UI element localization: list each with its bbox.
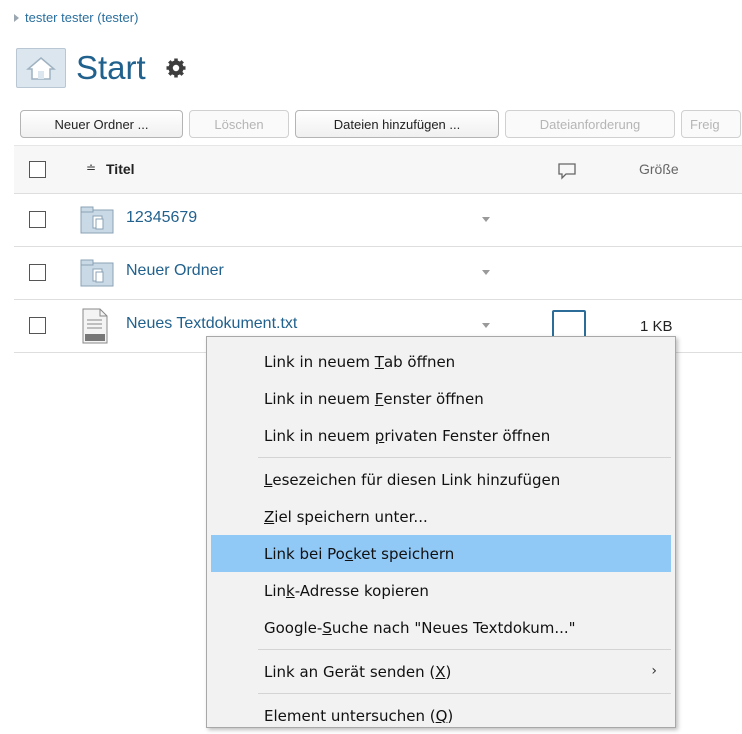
file-name-link[interactable]: 12345679 <box>126 209 197 227</box>
menu-item-bookmark-link[interactable]: Lesezeichen für diesen Link hinzufügen <box>211 461 671 498</box>
context-menu: Link in neuem Tab öffnen Link in neuem F… <box>206 336 676 728</box>
add-files-button[interactable]: Dateien hinzufügen ... <box>295 110 499 138</box>
file-size: 1 KB <box>640 318 673 335</box>
menu-item-copy-link[interactable]: Lin k -Adresse kopieren <box>211 572 671 609</box>
home-icon[interactable] <box>16 48 66 88</box>
toolbar: Neuer Ordner ... Löschen Dateien hinzufü… <box>20 110 741 138</box>
menu-item-save-to-pocket[interactable]: Link bei Po c ket speichern <box>211 535 671 572</box>
file-table: ≐ Titel Größe 12345679 Neuer Ordner Neue… <box>14 145 742 353</box>
select-all-checkbox[interactable] <box>29 161 46 178</box>
comment-column-icon <box>557 162 577 185</box>
menu-item-send-link-to-device[interactable]: Link an Gerät senden (X) › <box>211 653 671 690</box>
sort-ascending-icon[interactable]: ≐ <box>86 161 96 175</box>
menu-item-open-in-private-window[interactable]: Link in neuem p rivaten Fenster öffnen <box>211 417 671 454</box>
menu-item-open-in-new-tab[interactable]: Link in neuem Tab öffnen <box>211 343 671 380</box>
menu-separator <box>258 649 671 650</box>
menu-item-save-link-as[interactable]: Ziel speichern unter... <box>211 498 671 535</box>
breadcrumb: tester tester (tester) <box>14 10 138 25</box>
text-file-icon <box>82 308 108 349</box>
file-request-button[interactable]: Dateianforderung <box>505 110 675 138</box>
table-header: ≐ Titel Größe <box>14 145 742 194</box>
menu-separator <box>258 693 671 694</box>
new-folder-button[interactable]: Neuer Ordner ... <box>20 110 183 138</box>
row-checkbox[interactable] <box>29 264 46 281</box>
menu-item-inspect-element[interactable]: Element untersuchen (Q) <box>211 697 671 734</box>
column-title[interactable]: Titel <box>106 161 135 177</box>
file-name-link[interactable]: Neuer Ordner <box>126 262 224 280</box>
breadcrumb-triangle-icon <box>14 13 19 22</box>
column-size[interactable]: Größe <box>639 161 679 177</box>
table-row[interactable]: Neuer Ordner <box>14 247 742 300</box>
breadcrumb-user-link[interactable]: tester tester (tester) <box>25 10 138 25</box>
delete-button[interactable]: Löschen <box>189 110 289 138</box>
folder-icon <box>80 206 114 239</box>
menu-item-open-in-new-window[interactable]: Link in neuem Fenster öffnen <box>211 380 671 417</box>
row-menu-chevron-icon[interactable] <box>482 270 490 275</box>
row-checkbox[interactable] <box>29 211 46 228</box>
menu-item-google-search[interactable]: Google- Suche nach "Neues Textdokum..." <box>211 609 671 646</box>
row-checkbox[interactable] <box>29 317 46 334</box>
page-title: Start <box>76 49 146 86</box>
share-button[interactable]: Freig <box>681 110 741 138</box>
folder-icon <box>80 259 114 292</box>
row-menu-chevron-icon[interactable] <box>482 323 490 328</box>
table-row[interactable]: 12345679 <box>14 194 742 247</box>
gear-icon[interactable] <box>166 58 186 78</box>
submenu-arrow-icon: › <box>651 663 657 679</box>
menu-separator <box>258 457 671 458</box>
row-menu-chevron-icon[interactable] <box>482 217 490 222</box>
file-name-link[interactable]: Neues Textdokument.txt <box>126 315 297 333</box>
